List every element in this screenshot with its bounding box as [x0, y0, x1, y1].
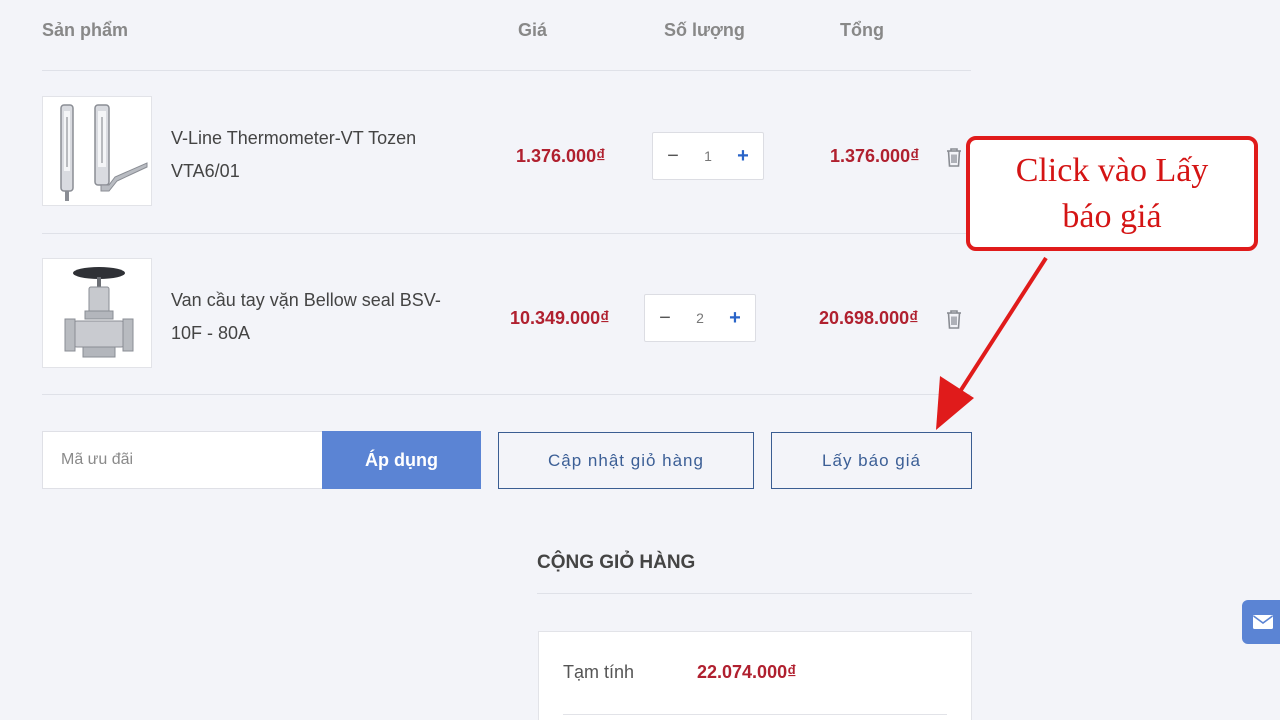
header-quantity: Số lượng — [664, 20, 745, 40]
product-name[interactable]: V-Line Thermometer-VT Tozen VTA6/01 — [171, 122, 471, 188]
increase-qty-button[interactable]: + — [727, 308, 743, 328]
product-name[interactable]: Van cầu tay vặn Bellow seal BSV- 10F - 8… — [171, 284, 471, 350]
decrease-qty-button[interactable]: − — [657, 308, 673, 328]
update-cart-button[interactable]: Cập nhật giỏ hàng — [498, 432, 754, 489]
quantity-value[interactable]: 1 — [704, 148, 712, 164]
product-price: 10.349.000₫ — [510, 308, 610, 328]
trash-icon[interactable] — [944, 146, 964, 168]
row-divider — [42, 394, 971, 395]
get-quote-button[interactable]: Lấy báo giá — [771, 432, 972, 489]
line-total: 20.698.000₫ — [819, 308, 919, 328]
quantity-stepper: − 2 + — [644, 294, 756, 342]
product-price: 1.376.000₫ — [516, 146, 606, 166]
thermometer-icon — [60, 104, 148, 201]
mail-icon — [1253, 615, 1273, 629]
subtotal-label: Tạm tính — [563, 662, 635, 682]
quantity-value[interactable]: 2 — [696, 310, 704, 326]
cart-totals-divider — [537, 593, 972, 594]
valve-icon — [64, 267, 134, 358]
header-divider — [42, 70, 971, 71]
apply-coupon-button[interactable]: Áp dụng — [322, 431, 481, 489]
annotation-callout: Click vào Lấy báo giá — [966, 136, 1258, 251]
annotation-arrow-icon — [936, 256, 1048, 430]
product-thumbnail[interactable] — [42, 258, 152, 368]
cart-totals-box: Tạm tính 22.074.000₫ — [538, 631, 972, 720]
line-total: 1.376.000₫ — [830, 146, 920, 166]
product-thumbnail[interactable] — [42, 96, 152, 206]
increase-qty-button[interactable]: + — [735, 146, 751, 166]
trash-icon[interactable] — [944, 308, 964, 330]
header-product: Sản phẩm — [42, 20, 129, 40]
coupon-input[interactable] — [42, 431, 324, 489]
subtotal-value: 22.074.000₫ — [697, 662, 797, 682]
cart-totals-title: CỘNG GIỎ HÀNG — [537, 552, 696, 573]
header-total: Tổng — [840, 20, 884, 40]
decrease-qty-button[interactable]: − — [665, 146, 681, 166]
quantity-stepper: − 1 + — [652, 132, 764, 180]
subtotal-divider — [563, 714, 947, 715]
row-divider — [42, 233, 971, 234]
header-price: Giá — [518, 20, 548, 40]
mail-contact-button[interactable] — [1242, 600, 1280, 644]
